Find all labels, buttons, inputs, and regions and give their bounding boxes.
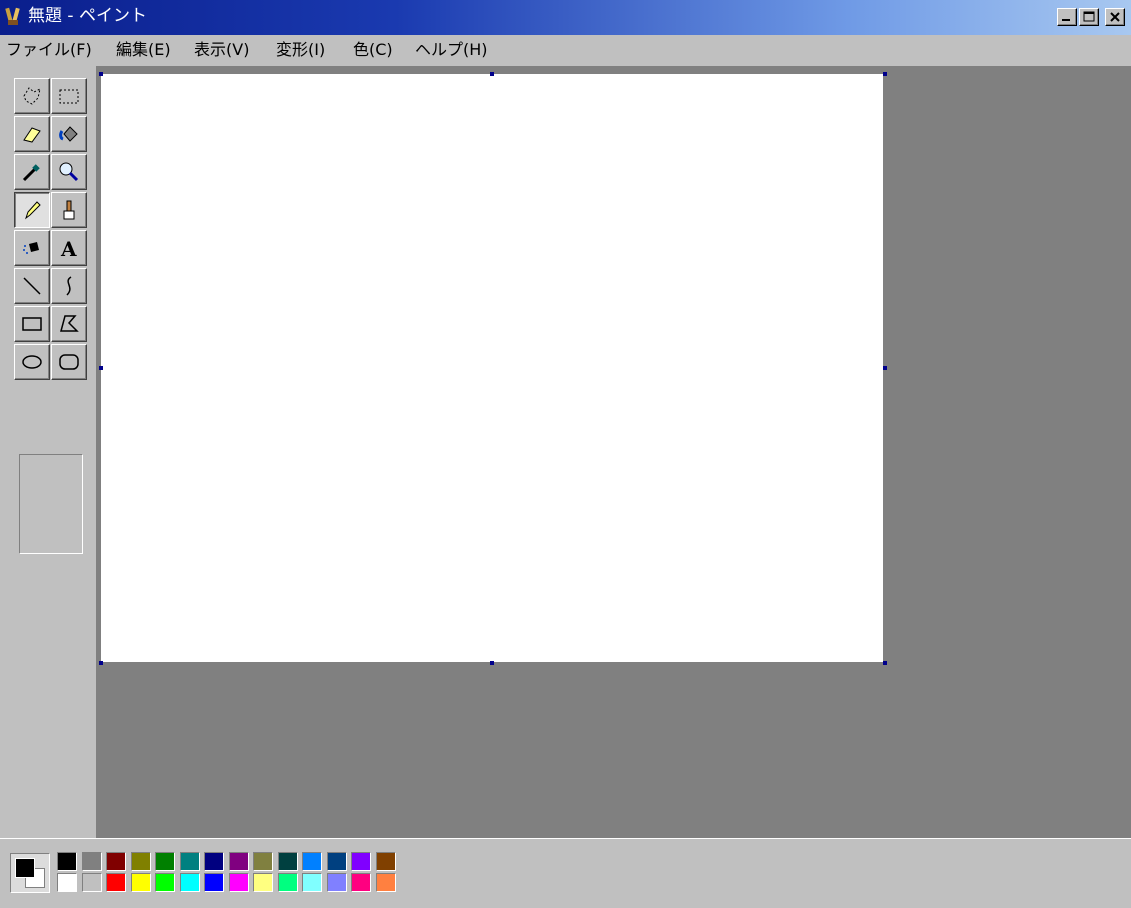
palette-swatch[interactable] — [376, 873, 396, 892]
close-icon — [1110, 12, 1120, 22]
rect-select-icon — [59, 89, 79, 104]
color-palette-bar — [0, 838, 1131, 908]
palette-swatch[interactable] — [229, 852, 249, 871]
resize-handle-top-left — [99, 72, 103, 76]
palette-swatch[interactable] — [278, 852, 298, 871]
tool-eraser[interactable] — [14, 116, 50, 152]
foreground-color — [15, 858, 35, 878]
maximize-icon — [1083, 11, 1095, 22]
palette-swatch[interactable] — [351, 873, 371, 892]
menu-help[interactable]: ヘルプ(H) — [415, 39, 488, 61]
resize-handle-right[interactable] — [883, 366, 887, 370]
menu-colors[interactable]: 色(C) — [353, 39, 393, 61]
palette-swatch[interactable] — [57, 873, 77, 892]
palette-swatch[interactable] — [155, 873, 175, 892]
current-colors-indicator[interactable] — [10, 853, 50, 893]
palette-swatch[interactable] — [180, 852, 200, 871]
palette-swatch[interactable] — [253, 873, 273, 892]
palette-swatch[interactable] — [204, 873, 224, 892]
tool-magnifier[interactable] — [51, 154, 87, 190]
close-button[interactable] — [1105, 8, 1125, 26]
tool-rounded-rectangle[interactable] — [51, 344, 87, 380]
palette-swatch[interactable] — [155, 852, 175, 871]
eraser-icon — [23, 127, 41, 143]
brush-icon — [63, 200, 75, 220]
tool-curve[interactable] — [51, 268, 87, 304]
tool-free-form-select[interactable] — [14, 78, 50, 114]
tool-ellipse[interactable] — [14, 344, 50, 380]
window-title: 無題 - ペイント — [28, 6, 147, 26]
resize-handle-top — [490, 72, 494, 76]
text-tool-glyph: A — [60, 237, 77, 260]
minimize-button[interactable] — [1057, 8, 1077, 26]
resize-handle-bottom-left — [99, 661, 103, 665]
tool-pencil[interactable] — [14, 192, 50, 228]
tool-rectangle[interactable] — [14, 306, 50, 342]
magnifier-icon — [59, 162, 79, 182]
palette-swatch[interactable] — [327, 852, 347, 871]
toolbox: A — [0, 66, 97, 838]
palette-swatch[interactable] — [278, 873, 298, 892]
tool-select[interactable] — [51, 78, 87, 114]
palette-swatch[interactable] — [327, 873, 347, 892]
menu-image[interactable]: 変形(I) — [276, 39, 325, 61]
palette-swatch[interactable] — [106, 852, 126, 871]
palette-swatch[interactable] — [253, 852, 273, 871]
palette-swatch[interactable] — [351, 852, 371, 871]
curve-icon — [66, 276, 72, 296]
text-icon: A — [60, 237, 77, 260]
tool-airbrush[interactable] — [14, 230, 50, 266]
maximize-button[interactable] — [1079, 8, 1099, 26]
tool-brush[interactable] — [51, 192, 87, 228]
palette-swatch[interactable] — [82, 873, 102, 892]
palette-swatch[interactable] — [131, 852, 151, 871]
menu-view[interactable]: 表示(V) — [194, 39, 249, 61]
tool-line[interactable] — [14, 268, 50, 304]
palette-swatch[interactable] — [82, 852, 102, 871]
rectangle-icon — [22, 317, 42, 331]
polygon-icon — [60, 315, 79, 332]
rounded-rect-icon — [59, 354, 79, 370]
resize-handle-bottom[interactable] — [490, 661, 494, 665]
tool-fill[interactable] — [51, 116, 87, 152]
minimize-icon — [1062, 19, 1070, 21]
free-select-icon — [23, 87, 41, 105]
fill-bucket-icon — [59, 126, 78, 142]
palette-swatch[interactable] — [376, 852, 396, 871]
resize-handle-left — [99, 366, 103, 370]
title-bar[interactable]: 無題 - ペイント — [0, 0, 1131, 35]
airbrush-icon — [23, 242, 39, 254]
pencil-icon — [25, 201, 41, 220]
palette-swatch[interactable] — [106, 873, 126, 892]
tool-options-box[interactable] — [19, 454, 83, 554]
menu-edit[interactable]: 編集(E) — [116, 39, 171, 61]
palette-swatch[interactable] — [131, 873, 151, 892]
eyedropper-icon — [22, 164, 40, 182]
resize-handle-bottom-right[interactable] — [883, 661, 887, 665]
palette-swatch[interactable] — [204, 852, 224, 871]
line-icon — [23, 277, 41, 295]
workspace — [97, 66, 1131, 838]
palette-swatch[interactable] — [57, 852, 77, 871]
tool-text[interactable]: A — [51, 230, 87, 266]
drawing-canvas[interactable] — [101, 74, 883, 662]
paint-icon[interactable] — [4, 6, 22, 26]
palette-swatch[interactable] — [229, 873, 249, 892]
tool-pick-color[interactable] — [14, 154, 50, 190]
palette-swatch[interactable] — [302, 873, 322, 892]
ellipse-icon — [22, 355, 42, 369]
tool-polygon[interactable] — [51, 306, 87, 342]
menu-file[interactable]: ファイル(F) — [6, 39, 92, 61]
resize-handle-top-right — [883, 72, 887, 76]
palette-swatch[interactable] — [180, 873, 200, 892]
menu-bar: ファイル(F) 編集(E) 表示(V) 変形(I) 色(C) ヘルプ(H) — [0, 35, 1131, 65]
palette-swatch[interactable] — [302, 852, 322, 871]
